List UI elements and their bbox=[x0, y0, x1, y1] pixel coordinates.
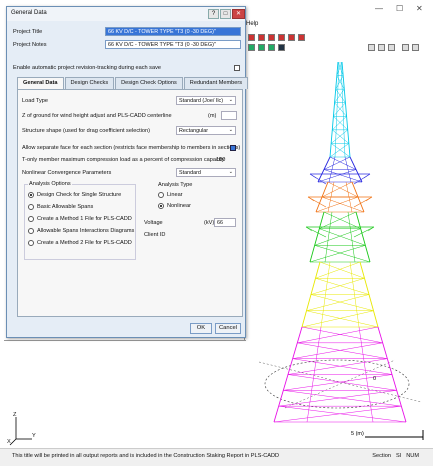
axis-y-label: Y bbox=[32, 433, 36, 439]
tower-lattice bbox=[273, 59, 407, 423]
analysis-option-radio[interactable] bbox=[28, 204, 34, 210]
toolbar-tool-icon[interactable] bbox=[278, 44, 285, 51]
tab-redundant-members[interactable]: Redundant Members bbox=[183, 77, 249, 89]
dialog-titlebar[interactable]: General Data ? □ ✕ bbox=[7, 7, 245, 21]
tab-design-check-options[interactable]: Design Check Options bbox=[115, 77, 183, 89]
close-icon[interactable]: ✕ bbox=[416, 4, 423, 13]
voltage-input[interactable]: 66 bbox=[214, 218, 236, 227]
axis-x-label: X bbox=[7, 439, 11, 445]
general-data-pane: Load Type Standard (Joe/ Ilc) ⌄ Z of grou… bbox=[17, 89, 243, 317]
structure-shape-select[interactable]: Rectangular ⌄ bbox=[176, 126, 236, 135]
tab-design-checks[interactable]: Design Checks bbox=[64, 77, 115, 89]
toolbar-tool-icon[interactable] bbox=[368, 44, 375, 51]
cancel-button[interactable]: Cancel bbox=[215, 323, 241, 334]
separate-face-label: Allow separate face for each section (re… bbox=[22, 145, 241, 151]
nonlinear-select[interactable]: Standard ⌄ bbox=[176, 168, 236, 177]
minimize-icon[interactable]: — bbox=[375, 4, 383, 13]
tower-model: 180 0 5 (m) bbox=[225, 59, 424, 440]
axis-z-label: Z bbox=[13, 412, 17, 418]
structure-shape-value: Rectangular bbox=[179, 128, 209, 134]
toolbar-tool-icon[interactable] bbox=[248, 44, 255, 51]
toolbar-tool-icon[interactable] bbox=[388, 44, 395, 51]
voltage-unit: (kV) bbox=[204, 220, 215, 226]
maximize-button[interactable]: □ bbox=[220, 9, 231, 19]
project-title-input[interactable]: 66 KV D/C - TOWER TYPE "T3 (0 -30 DEG)" bbox=[105, 27, 241, 36]
load-type-value: Standard (Joe/ Ilc) bbox=[179, 98, 224, 104]
toolbar-tool-icon[interactable] bbox=[298, 34, 305, 41]
tab-strip: General Data Design Checks Design Check … bbox=[17, 77, 249, 90]
analysis-option-label[interactable]: Allowable Spans Interactions Diagrams bbox=[37, 228, 134, 234]
structure-shape-label: Structure shape (used for drag coefficie… bbox=[22, 128, 151, 134]
analysis-option-radio[interactable] bbox=[28, 192, 34, 198]
status-units: SI bbox=[395, 453, 402, 459]
chevron-down-icon: ⌄ bbox=[228, 97, 233, 103]
toolbar-tool-icon[interactable] bbox=[402, 44, 409, 51]
toolbar-tool-icon[interactable] bbox=[288, 34, 295, 41]
analysis-option-label[interactable]: Create a Method 1 File for PLS-CADD bbox=[37, 216, 132, 222]
z-ground-unit: (m) bbox=[208, 113, 217, 119]
toolbar-tool-icon[interactable] bbox=[258, 34, 265, 41]
menu-item-help[interactable]: Help bbox=[246, 21, 258, 27]
app-toolbar bbox=[244, 28, 433, 54]
help-button[interactable]: ? bbox=[208, 9, 219, 19]
analysis-type-label[interactable]: Nonlinear bbox=[167, 203, 191, 209]
analysis-type-label[interactable]: Linear bbox=[167, 192, 183, 198]
toolbar-tool-icon[interactable] bbox=[268, 44, 275, 51]
toolbar-tool-icon[interactable] bbox=[258, 44, 265, 51]
client-id-label: Client ID bbox=[144, 232, 166, 238]
toolbar-tool-icon[interactable] bbox=[278, 34, 285, 41]
revision-tracking-label: Enable automatic project revision-tracki… bbox=[13, 65, 162, 71]
close-button[interactable]: ✕ bbox=[232, 9, 245, 19]
voltage-label: Voltage bbox=[144, 220, 163, 226]
status-message: This title will be printed in all output… bbox=[12, 453, 280, 459]
analysis-option-label[interactable]: Design Check for Single Structure bbox=[37, 192, 121, 198]
z-ground-label: Z of ground for wind height adjust and P… bbox=[22, 113, 172, 119]
load-type-select[interactable]: Standard (Joe/ Ilc) ⌄ bbox=[176, 96, 236, 105]
analysis-option-label[interactable]: Basic Allowable Spans bbox=[37, 204, 93, 210]
left-view-panel[interactable]: Z Y X bbox=[4, 340, 246, 446]
dialog-title: General Data bbox=[11, 10, 47, 16]
analysis-option-radio[interactable] bbox=[28, 228, 34, 234]
status-section: Section bbox=[372, 453, 391, 459]
ground-circle bbox=[264, 359, 410, 409]
nonlinear-label: Nonlinear Convergence Parameters bbox=[22, 170, 112, 176]
scale-label: 5 (m) bbox=[351, 431, 364, 437]
toolbar-tool-icon[interactable] bbox=[268, 34, 275, 41]
project-notes-label: Project Notes bbox=[13, 42, 47, 48]
load-type-label: Load Type bbox=[22, 98, 49, 104]
analysis-option-radio[interactable] bbox=[28, 216, 34, 222]
ground-axis bbox=[284, 359, 396, 409]
angle-label-0: 0 bbox=[373, 376, 376, 382]
tension-only-value[interactable]: 100 bbox=[216, 157, 225, 163]
analysis-options-title: Analysis Options bbox=[28, 181, 72, 187]
analysis-type-radio[interactable] bbox=[158, 203, 164, 209]
ok-button[interactable]: OK bbox=[190, 323, 212, 334]
chevron-down-icon: ⌄ bbox=[228, 127, 233, 133]
project-title-label: Project Title bbox=[13, 29, 43, 35]
nonlinear-value: Standard bbox=[179, 170, 201, 176]
analysis-option-radio[interactable] bbox=[28, 240, 34, 246]
status-num: NUM bbox=[406, 453, 419, 459]
status-indicators: Section SI NUM bbox=[372, 453, 419, 459]
toolbar-tool-icon[interactable] bbox=[412, 44, 419, 51]
tension-only-label: T-only member maximum compression load a… bbox=[22, 157, 225, 163]
separate-face-checkbox[interactable] bbox=[230, 145, 236, 151]
status-bar: This title will be printed in all output… bbox=[0, 448, 433, 466]
3d-viewport[interactable]: 180 0 5 (m) bbox=[225, 59, 429, 444]
general-data-dialog: General Data ? □ ✕ Project Title 66 KV D… bbox=[6, 6, 249, 338]
toolbar-tool-icon[interactable] bbox=[378, 44, 385, 51]
project-notes-input[interactable]: 66 KV D/C - TOWER TYPE "T3 (0 -30 DEG)" bbox=[105, 40, 241, 49]
toolbar-tool-icon[interactable] bbox=[248, 34, 255, 41]
z-ground-input[interactable] bbox=[221, 111, 237, 120]
analysis-option-label[interactable]: Create a Method 2 File for PLS-CADD bbox=[37, 240, 132, 246]
chevron-down-icon: ⌄ bbox=[228, 169, 233, 175]
revision-tracking-checkbox[interactable] bbox=[234, 65, 240, 71]
maximize-icon[interactable]: ☐ bbox=[396, 4, 403, 13]
analysis-type-radio[interactable] bbox=[158, 192, 164, 198]
analysis-type-title: Analysis Type bbox=[158, 182, 193, 188]
